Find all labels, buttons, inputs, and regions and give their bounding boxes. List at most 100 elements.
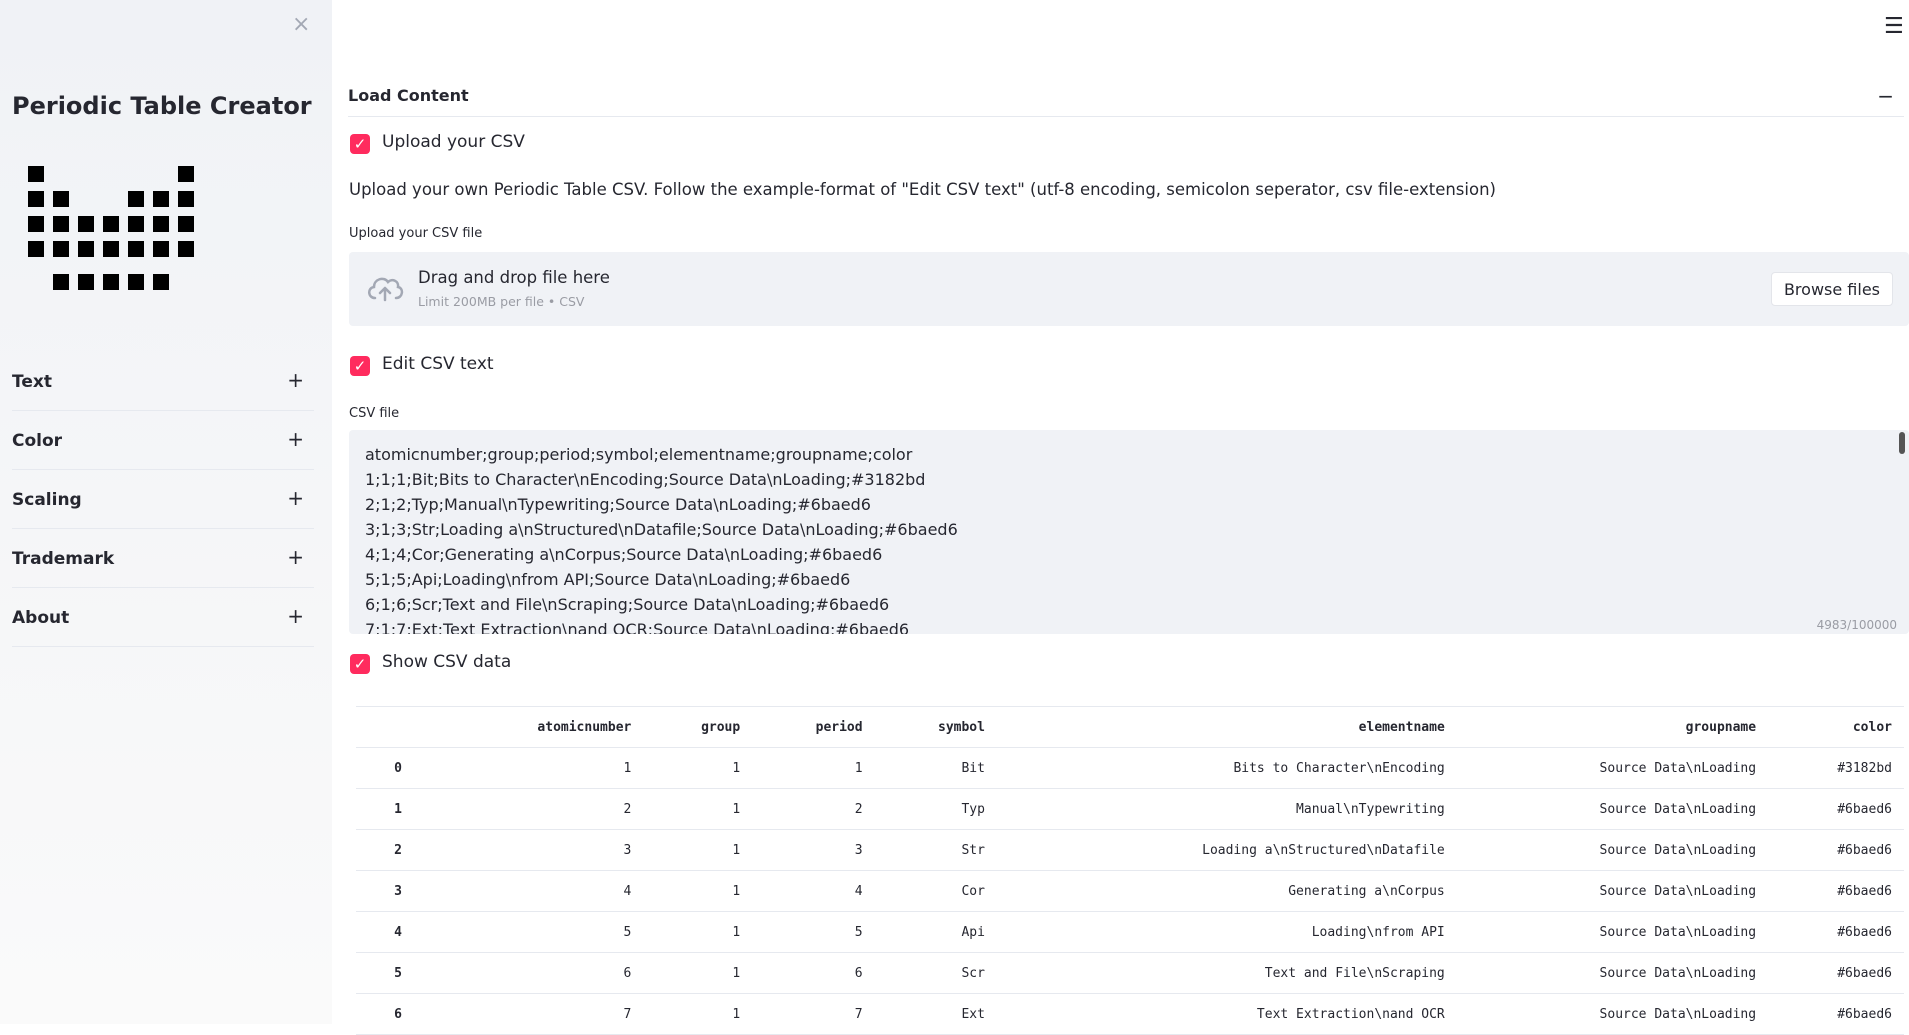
collapse-icon: −: [1877, 84, 1894, 108]
table-row: 3 4 1 4 Cor Generating a\nCorpus Source …: [356, 870, 1904, 912]
column-header[interactable]: atomicnumber: [440, 706, 644, 748]
plus-icon: +: [287, 368, 304, 392]
table-cell: 3: [752, 829, 875, 871]
row-index: 2: [356, 829, 440, 871]
sidebar-section-label: Scaling: [12, 490, 82, 510]
sidebar: × Periodic Table Creator Text + Color + …: [0, 0, 332, 1024]
table-cell: 1: [643, 788, 753, 830]
column-header[interactable]: symbol: [874, 706, 997, 748]
checkmark-icon: ✓: [350, 134, 370, 154]
table-cell: 3: [440, 829, 644, 871]
table-cell: Api: [874, 911, 997, 953]
load-content-expander[interactable]: Load Content −: [348, 84, 1904, 117]
table-cell: 1: [440, 747, 644, 789]
upload-csv-checkbox[interactable]: ✓ Upload your CSV: [350, 132, 650, 158]
plus-icon: +: [287, 427, 304, 451]
column-header[interactable]: groupname: [1456, 706, 1769, 748]
table-cell: Bits to Character\nEncoding: [996, 747, 1457, 789]
table-cell: 1: [643, 911, 753, 953]
table-cell: Cor: [874, 870, 997, 912]
file-dropzone[interactable]: Drag and drop file here Limit 200MB per …: [349, 252, 1909, 326]
row-index: 6: [356, 993, 440, 1035]
browse-files-button[interactable]: Browse files: [1770, 272, 1893, 306]
table-cell: 5: [440, 911, 644, 953]
sidebar-section-text[interactable]: Text +: [12, 352, 314, 411]
sidebar-section-scaling[interactable]: Scaling +: [12, 470, 314, 529]
table-cell: #6baed6: [1768, 993, 1904, 1035]
upload-description: Upload your own Periodic Table CSV. Foll…: [349, 180, 1496, 199]
table-cell: Source Data\nLoading: [1456, 829, 1769, 871]
csv-line: 2;1;2;Typ;Manual\nTypewriting;Source Dat…: [365, 495, 871, 514]
csv-data-table: atomicnumber group period symbol element…: [356, 706, 1904, 1035]
table-cell: 5: [752, 911, 875, 953]
checkbox-label: Upload your CSV: [382, 132, 525, 152]
table-header-row: atomicnumber group period symbol element…: [356, 706, 1904, 748]
table-cell: Source Data\nLoading: [1456, 870, 1769, 912]
table-cell: Typ: [874, 788, 997, 830]
sidebar-section-color[interactable]: Color +: [12, 411, 314, 470]
periodic-table-logo: [28, 166, 200, 296]
table-row: 0 1 1 1 Bit Bits to Character\nEncoding …: [356, 747, 1904, 789]
sidebar-section-label: About: [12, 608, 70, 628]
csv-line: 1;1;1;Bit;Bits to Character\nEncoding;So…: [365, 470, 926, 489]
plus-icon: +: [287, 545, 304, 569]
column-header[interactable]: period: [752, 706, 875, 748]
column-header[interactable]: color: [1768, 706, 1904, 748]
row-index: 1: [356, 788, 440, 830]
csv-textarea[interactable]: atomicnumber;group;period;symbol;element…: [349, 430, 1909, 634]
table-cell: Generating a\nCorpus: [996, 870, 1457, 912]
close-icon[interactable]: ×: [292, 12, 310, 37]
column-header[interactable]: group: [643, 706, 753, 748]
index-header: [356, 706, 440, 748]
cloud-upload-icon: [368, 277, 404, 302]
sidebar-section-label: Trademark: [12, 549, 115, 569]
character-counter: 4983/100000: [1816, 618, 1897, 632]
file-uploader-label: Upload your CSV file: [349, 226, 483, 241]
table-cell: Bit: [874, 747, 997, 789]
table-cell: Text and File\nScraping: [996, 952, 1457, 994]
csv-line: 5;1;5;Api;Loading\nfrom API;Source Data\…: [365, 570, 851, 589]
sidebar-section-trademark[interactable]: Trademark +: [12, 529, 314, 588]
sidebar-section-about[interactable]: About +: [12, 588, 314, 647]
table-cell: Source Data\nLoading: [1456, 911, 1769, 953]
show-csv-data-checkbox[interactable]: ✓ Show CSV data: [350, 652, 650, 678]
row-index: 3: [356, 870, 440, 912]
table-row: 6 7 1 7 Ext Text Extraction\nand OCR Sou…: [356, 993, 1904, 1035]
table-cell: #3182bd: [1768, 747, 1904, 789]
table-cell: 1: [643, 952, 753, 994]
app-title: Periodic Table Creator: [12, 92, 312, 120]
table-cell: Source Data\nLoading: [1456, 788, 1769, 830]
plus-icon: +: [287, 604, 304, 628]
table-cell: Str: [874, 829, 997, 871]
table-cell: #6baed6: [1768, 829, 1904, 871]
table-cell: 6: [752, 952, 875, 994]
checkbox-label: Show CSV data: [382, 652, 512, 672]
table-cell: #6baed6: [1768, 788, 1904, 830]
row-index: 5: [356, 952, 440, 994]
table-cell: Loading a\nStructured\nDatafile: [996, 829, 1457, 871]
table-row: 5 6 1 6 Scr Text and File\nScraping Sour…: [356, 952, 1904, 994]
expander-title: Load Content: [348, 86, 469, 105]
row-index: 4: [356, 911, 440, 953]
table-cell: #6baed6: [1768, 911, 1904, 953]
textarea-scrollbar[interactable]: [1899, 432, 1905, 454]
hamburger-menu-icon[interactable]: ☰: [1884, 14, 1904, 39]
table-cell: Scr: [874, 952, 997, 994]
table-cell: Loading\nfrom API: [996, 911, 1457, 953]
row-index: 0: [356, 747, 440, 789]
table-cell: Manual\nTypewriting: [996, 788, 1457, 830]
checkbox-label: Edit CSV text: [382, 354, 494, 374]
plus-icon: +: [287, 486, 304, 510]
table-row: 2 3 1 3 Str Loading a\nStructured\nDataf…: [356, 829, 1904, 871]
table-cell: 7: [440, 993, 644, 1035]
table-cell: 6: [440, 952, 644, 994]
column-header[interactable]: elementname: [996, 706, 1457, 748]
csv-line: atomicnumber;group;period;symbol;element…: [365, 445, 913, 464]
sidebar-section-label: Color: [12, 431, 63, 451]
edit-csv-checkbox[interactable]: ✓ Edit CSV text: [350, 354, 650, 380]
table-cell: #6baed6: [1768, 870, 1904, 912]
table-cell: 7: [752, 993, 875, 1035]
table-row: 4 5 1 5 Api Loading\nfrom API Source Dat…: [356, 911, 1904, 953]
textarea-label: CSV file: [349, 406, 400, 421]
checkmark-icon: ✓: [350, 654, 370, 674]
